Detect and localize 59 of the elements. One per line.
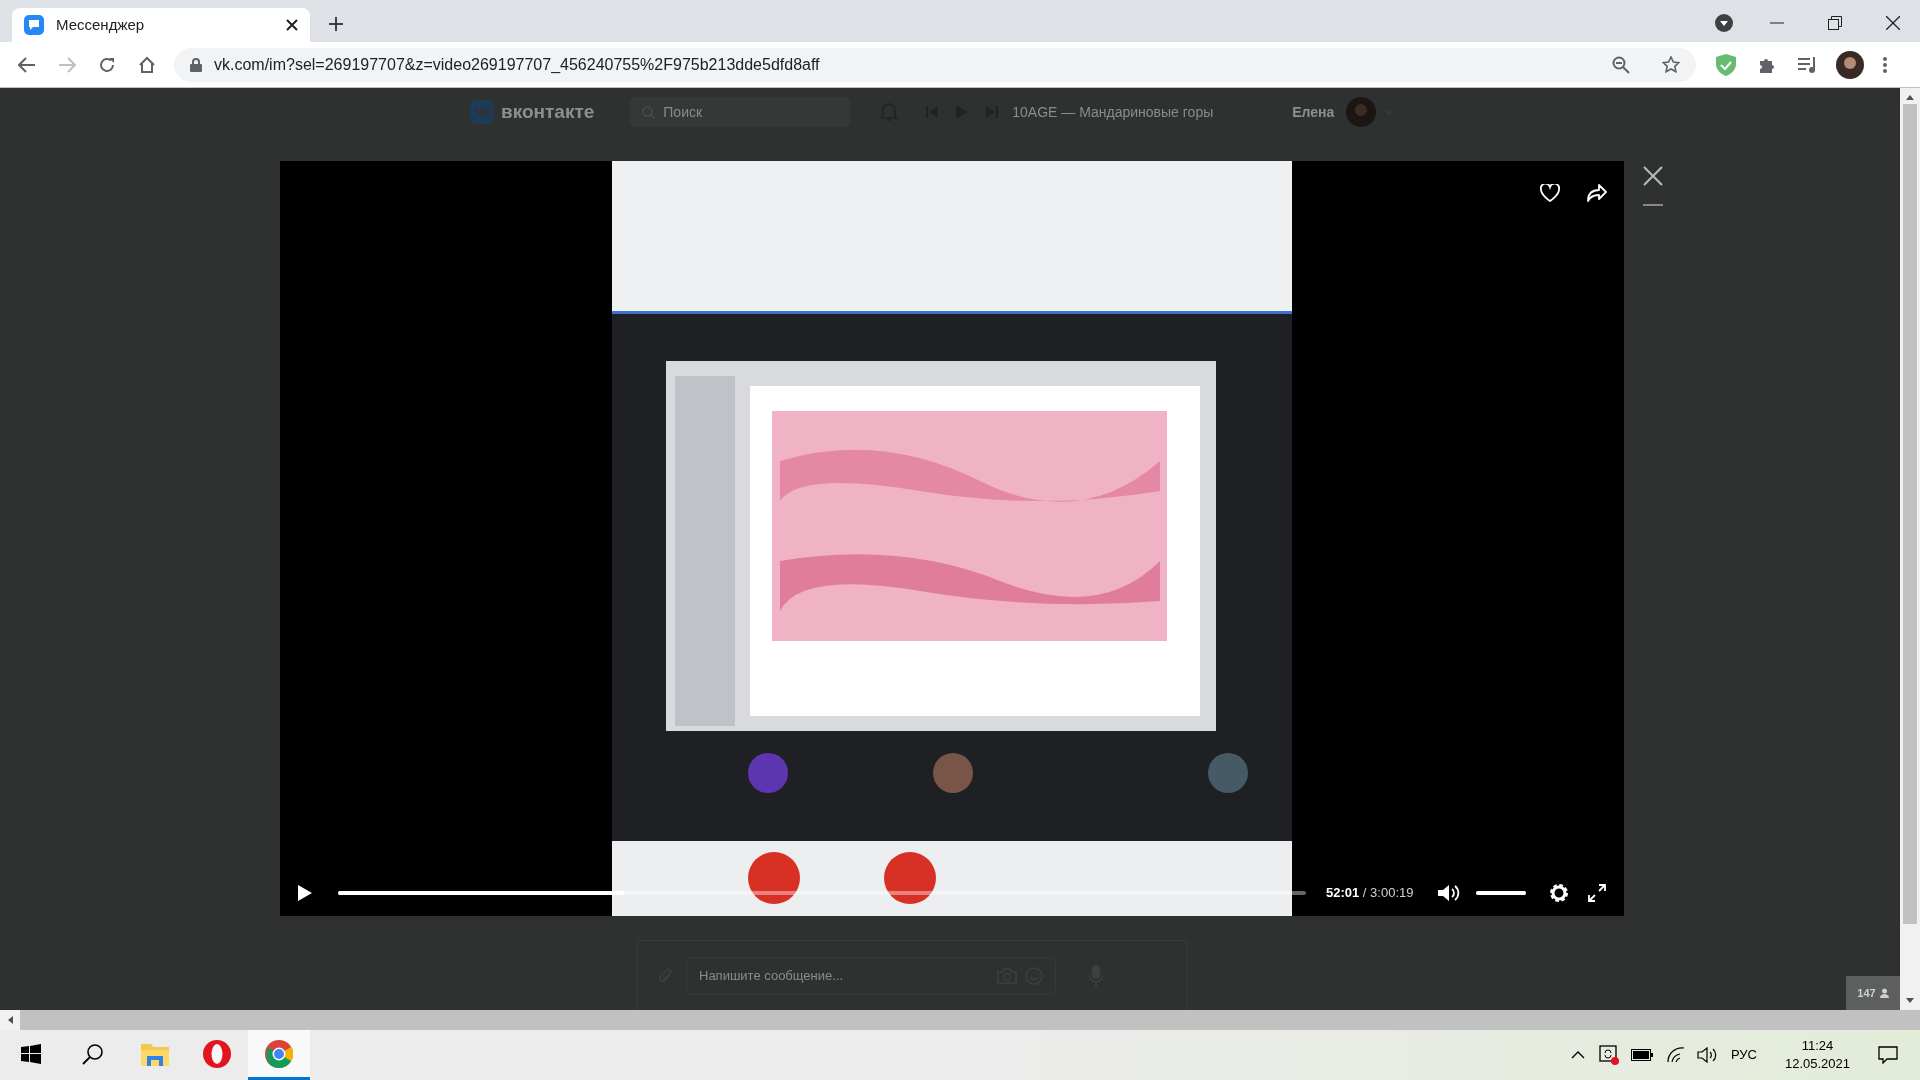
now-playing-text[interactable]: 10AGE — Мандариновые горы <box>1012 101 1293 123</box>
back-icon[interactable] <box>18 55 36 74</box>
search-input[interactable]: Поиск <box>663 101 824 123</box>
volume-icon[interactable] <box>1696 1047 1717 1063</box>
user-name[interactable]: Елена <box>1292 101 1335 123</box>
message-input[interactable]: Напишите сообщение... <box>699 965 989 986</box>
time-text: 52:01 / 3:00:19 <box>1326 884 1415 903</box>
share-icon <box>1587 184 1607 202</box>
chat-icon <box>24 15 44 35</box>
avatar-icon[interactable] <box>1836 50 1864 79</box>
zoom-out-icon[interactable] <box>1612 55 1630 74</box>
vertical-scrollbar[interactable] <box>1900 88 1920 1010</box>
person-icon <box>1879 988 1889 998</box>
clock[interactable]: 11:24 12.05.2021 <box>1776 1037 1858 1073</box>
clock-date: 12.05.2021 <box>1784 1055 1850 1073</box>
battery-icon[interactable] <box>1630 1049 1653 1061</box>
media-icon[interactable] <box>1798 55 1818 74</box>
logo-text[interactable]: вконтакте <box>501 97 595 127</box>
folder-icon <box>141 1041 169 1066</box>
star-icon[interactable] <box>1662 55 1680 74</box>
online-count: 147 <box>1857 985 1876 1001</box>
sync-icon[interactable] <box>1598 1045 1619 1065</box>
windows-icon <box>21 1043 41 1064</box>
progress-track[interactable] <box>338 891 1306 895</box>
reload-icon[interactable] <box>98 55 116 74</box>
chevron-up-icon[interactable] <box>1570 1051 1585 1059</box>
dropdown-icon[interactable] <box>1714 13 1734 33</box>
url-text: vk.com/im?sel=269197707&z=video269197707_456240755%2F975b213dde5dfd8aff <box>214 54 821 75</box>
address-bar[interactable]: vk.com/im?sel=269197707&z=video269197707_456240755%2F975b213dde5dfd8aff <box>174 47 1696 82</box>
scroll-down-icon[interactable] <box>1906 998 1914 1004</box>
scrollbar-thumb[interactable] <box>1903 104 1917 924</box>
tab-title: Мессенджер <box>56 14 146 35</box>
browser-tab[interactable]: Мессенджер <box>12 8 310 42</box>
new-tab-icon[interactable] <box>328 16 344 32</box>
language-indicator[interactable]: РУС <box>1730 1045 1757 1065</box>
fullscreen-icon[interactable] <box>1588 884 1606 902</box>
menu-icon[interactable] <box>1883 56 1887 73</box>
message-field[interactable]: Напишите сообщение... <box>686 956 1056 995</box>
horizontal-scrollbar[interactable] <box>0 1010 1920 1030</box>
home-icon[interactable] <box>138 55 156 74</box>
volume-icon[interactable] <box>1438 884 1460 902</box>
search-field[interactable]: Поиск <box>630 97 851 127</box>
scroll-up-icon[interactable] <box>1906 94 1914 100</box>
settings-icon[interactable] <box>1548 882 1570 904</box>
wifi-icon[interactable] <box>1666 1047 1685 1063</box>
close-icon[interactable] <box>286 19 298 31</box>
scroll-left-icon[interactable] <box>7 1016 13 1024</box>
clock-time: 11:24 <box>1801 1037 1834 1055</box>
search-icon <box>82 1042 104 1065</box>
close-icon[interactable] <box>1643 166 1663 186</box>
close-icon[interactable] <box>1886 16 1900 30</box>
lock-icon <box>190 57 202 72</box>
chrome-icon <box>265 1039 293 1068</box>
play-icon[interactable] <box>298 885 312 901</box>
restore-icon[interactable] <box>1828 16 1842 30</box>
logo-icon <box>470 100 494 124</box>
notifications-icon[interactable] <box>1878 1046 1898 1064</box>
opera-icon <box>203 1039 231 1068</box>
heart-icon <box>1540 184 1560 202</box>
